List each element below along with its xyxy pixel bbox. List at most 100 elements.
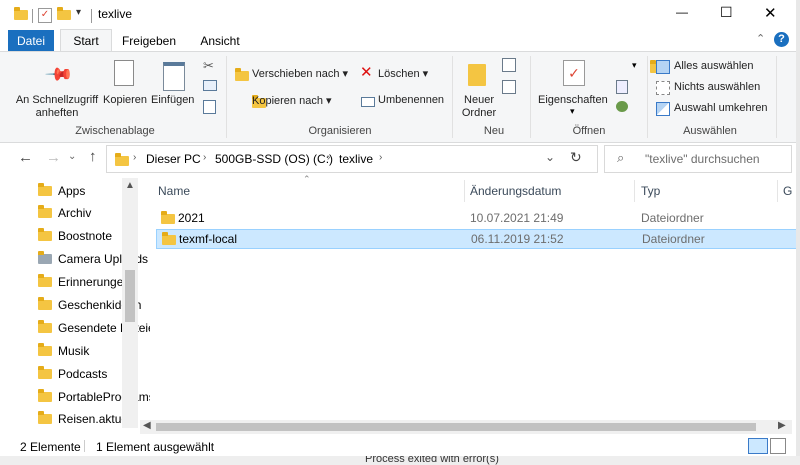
details-view-icon[interactable] bbox=[748, 438, 768, 454]
rename-icon bbox=[361, 97, 375, 107]
new-folder-label-1: Neuer bbox=[464, 94, 494, 106]
delete-button[interactable]: Löschen ▾ bbox=[378, 67, 428, 80]
tab-ansicht[interactable]: Ansicht bbox=[194, 30, 246, 52]
properties-dropdown-icon[interactable]: ▾ bbox=[570, 106, 575, 117]
copy-path-icon[interactable] bbox=[203, 80, 217, 91]
open-dropdown-icon[interactable]: ▾ bbox=[632, 60, 637, 71]
title-bar: ✓ ▾ texlive — ☐ ✕ bbox=[0, 0, 800, 30]
paste-shortcut-icon[interactable] bbox=[203, 100, 216, 114]
ribbon-collapse-icon[interactable]: ⌃ bbox=[756, 32, 765, 45]
select-none-icon bbox=[656, 81, 670, 95]
qa-dropdown-icon[interactable]: ▾ bbox=[76, 7, 81, 18]
column-header-size[interactable]: G bbox=[783, 184, 792, 198]
minimize-button[interactable]: — bbox=[676, 5, 688, 19]
copy-icon bbox=[114, 60, 134, 86]
edit-icon[interactable] bbox=[616, 80, 628, 94]
open-group-label: Öffnen bbox=[572, 125, 606, 137]
forward-arrow-icon[interactable]: → bbox=[46, 149, 61, 166]
column-header-name[interactable]: Name bbox=[158, 184, 190, 198]
ribbon-separator bbox=[226, 56, 227, 138]
tab-freigeben[interactable]: Freigeben bbox=[116, 30, 182, 52]
file-name: 2021 bbox=[178, 211, 205, 225]
status-bar: 2 Elemente 1 Element ausgewählt bbox=[0, 436, 800, 456]
tab-datei[interactable]: Datei bbox=[8, 30, 54, 52]
tab-start[interactable]: Start bbox=[60, 29, 112, 52]
table-row[interactable]: 2021 10.07.2021 21:49 Dateiordner bbox=[156, 208, 796, 228]
table-row-selected[interactable]: texmf-local 06.11.2019 21:52 Dateiordner bbox=[156, 229, 798, 249]
crumb-separator: › bbox=[133, 152, 137, 163]
move-to-icon bbox=[235, 68, 249, 81]
maximize-button[interactable]: ☐ bbox=[720, 4, 733, 21]
nav-scrollbar[interactable]: ▲ bbox=[122, 178, 138, 428]
folder-icon bbox=[38, 183, 52, 196]
rename-button[interactable]: Umbenennen bbox=[378, 94, 444, 106]
large-icons-view-icon[interactable] bbox=[770, 438, 786, 454]
horizontal-scroll-thumb[interactable] bbox=[156, 423, 756, 431]
crumb-separator: › bbox=[203, 152, 207, 163]
address-dropdown-icon[interactable]: ⌄ bbox=[545, 150, 555, 164]
selection-count: 1 Element ausgewählt bbox=[96, 440, 215, 454]
address-bar[interactable]: › Dieser PC › 500GB-SSD (OS) (C:) › texl… bbox=[106, 145, 598, 173]
properties-qa-icon[interactable]: ✓ bbox=[38, 8, 52, 23]
column-header-date[interactable]: Änderungsdatum bbox=[470, 184, 561, 198]
cut-icon[interactable]: ✂ bbox=[203, 58, 214, 74]
background-window: Process exited with error(s) bbox=[0, 456, 800, 465]
background-output-text: Process exited with error(s) bbox=[365, 456, 499, 465]
close-button[interactable]: ✕ bbox=[764, 4, 777, 22]
folder-icon bbox=[14, 7, 28, 20]
folder-icon bbox=[38, 274, 52, 287]
select-none-button[interactable]: Nichts auswählen bbox=[674, 81, 760, 93]
pin-label-1: An Schnellzugriff bbox=[15, 94, 99, 106]
crumb-this-pc[interactable]: Dieser PC bbox=[146, 152, 201, 166]
file-name: texmf-local bbox=[179, 232, 238, 246]
window-title: texlive bbox=[98, 7, 133, 21]
help-icon[interactable]: ? bbox=[774, 32, 789, 47]
invert-selection-icon bbox=[656, 102, 670, 116]
column-divider bbox=[464, 180, 465, 202]
easy-access-icon[interactable] bbox=[502, 80, 516, 94]
recent-dropdown-icon[interactable]: ⌄ bbox=[68, 151, 76, 162]
scroll-thumb[interactable] bbox=[125, 270, 135, 322]
properties-button[interactable]: Eigenschaften bbox=[538, 94, 608, 106]
paste-button[interactable]: Einfügen bbox=[151, 94, 194, 106]
new-folder-label-2: Ordner bbox=[461, 107, 497, 119]
scroll-right-icon[interactable]: ▶ bbox=[778, 420, 786, 431]
move-to-label: Verschieben nach bbox=[252, 68, 340, 80]
history-icon[interactable] bbox=[616, 101, 628, 112]
search-box[interactable]: ⌕ "texlive" durchsuchen bbox=[604, 145, 792, 173]
new-folder-qa-icon[interactable] bbox=[57, 7, 71, 20]
folder-icon bbox=[38, 320, 52, 333]
file-date: 06.11.2019 21:52 bbox=[471, 232, 564, 246]
select-group-label: Auswählen bbox=[683, 125, 737, 137]
horizontal-scrollbar[interactable]: ◀ ▶ bbox=[140, 420, 792, 434]
new-item-icon[interactable] bbox=[502, 58, 516, 72]
column-divider bbox=[777, 180, 778, 202]
folder-icon bbox=[38, 297, 52, 310]
select-all-icon bbox=[656, 60, 670, 74]
select-all-button[interactable]: Alles auswählen bbox=[674, 60, 754, 72]
search-placeholder: "texlive" durchsuchen bbox=[645, 152, 760, 166]
column-divider bbox=[634, 180, 635, 202]
pin-label-2: anheften bbox=[35, 107, 79, 119]
folder-icon bbox=[162, 232, 176, 245]
invert-selection-button[interactable]: Auswahl umkehren bbox=[674, 102, 768, 114]
up-arrow-icon[interactable]: ↑ bbox=[89, 148, 97, 165]
scroll-left-icon[interactable]: ◀ bbox=[143, 420, 151, 431]
folder-icon bbox=[38, 205, 52, 218]
clipboard-group-label: Zwischenablage bbox=[75, 125, 155, 137]
copy-to-button[interactable]: Kopieren nach ▾ bbox=[252, 94, 332, 107]
copy-button[interactable]: Kopieren bbox=[103, 94, 147, 106]
file-type: Dateiordner bbox=[642, 232, 705, 246]
crumb-drive[interactable]: 500GB-SSD (OS) (C:) bbox=[215, 152, 333, 166]
move-to-button[interactable]: Verschieben nach ▾ bbox=[252, 67, 348, 80]
refresh-icon[interactable]: ↻ bbox=[570, 149, 582, 166]
pin-quick-access-button[interactable]: An Schnellzugriff anheften bbox=[14, 94, 100, 120]
delete-label: Löschen bbox=[378, 68, 420, 80]
ribbon-separator bbox=[530, 56, 531, 138]
scroll-up-icon[interactable]: ▲ bbox=[125, 180, 135, 191]
column-header-type[interactable]: Typ bbox=[641, 184, 660, 198]
new-folder-button[interactable]: Neuer Ordner bbox=[458, 94, 500, 120]
back-arrow-icon[interactable]: ← bbox=[18, 149, 33, 166]
ribbon-separator bbox=[647, 56, 648, 138]
crumb-texlive[interactable]: texlive bbox=[339, 152, 373, 166]
